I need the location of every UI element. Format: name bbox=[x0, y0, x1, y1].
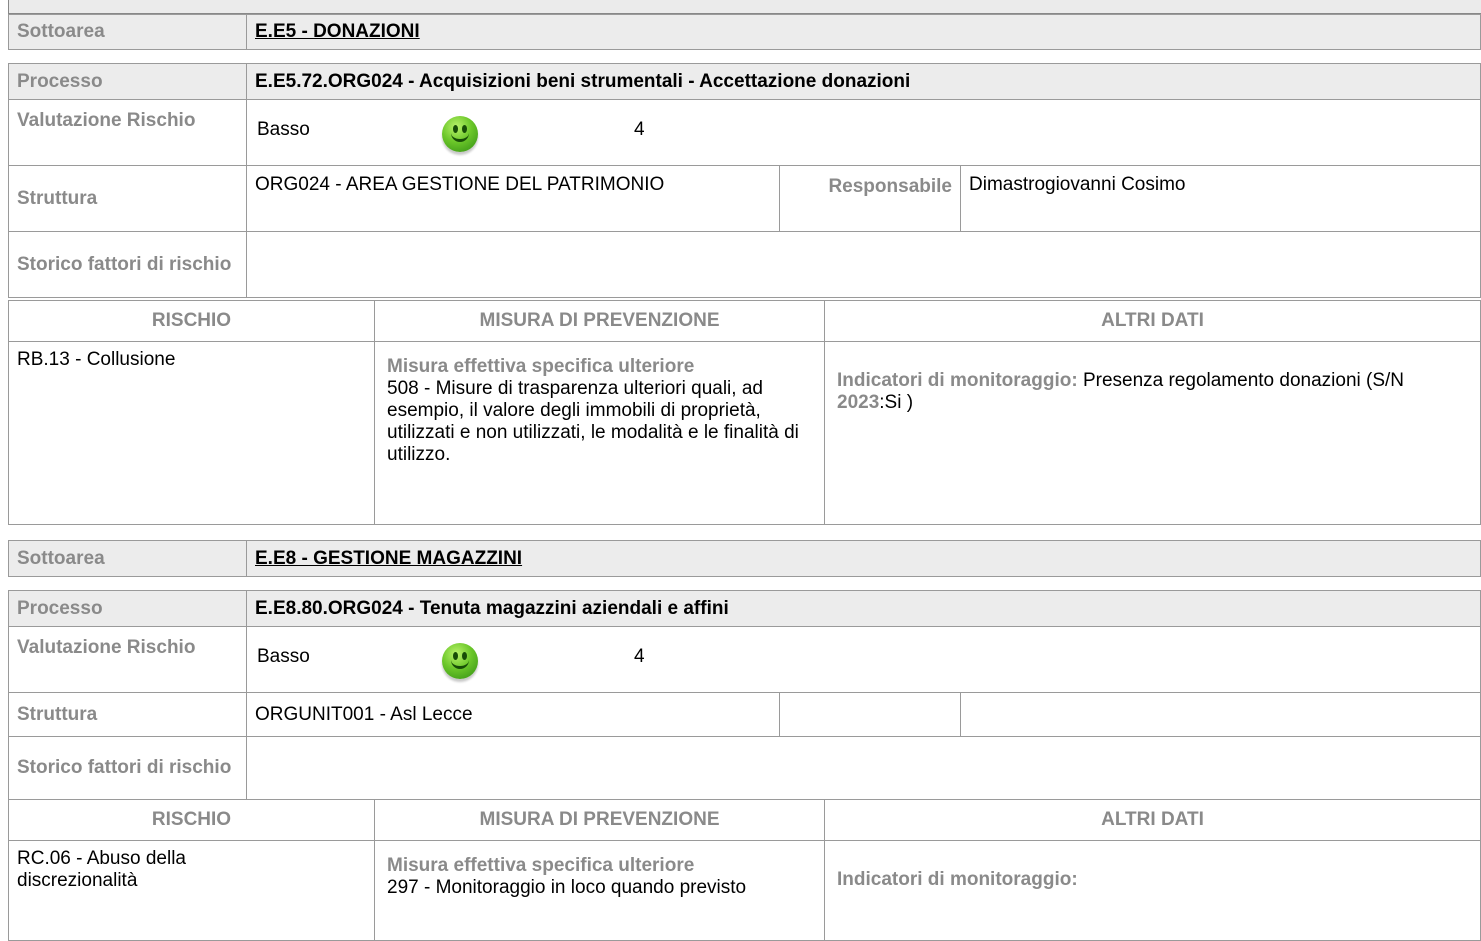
sottoarea-link[interactable]: E.E5 - DONAZIONI bbox=[246, 14, 1481, 50]
struttura-value: ORG024 - AREA GESTIONE DEL PATRIMONIO bbox=[246, 165, 780, 232]
misura-tipo-label: Misura effettiva specifica ulteriore bbox=[387, 356, 695, 377]
rischio-table: RISCHIO MISURA DI PREVENZIONE ALTRI DATI… bbox=[8, 799, 1481, 941]
sottoarea-label: Sottoarea bbox=[8, 14, 247, 50]
valutazione-label: Valutazione Rischio bbox=[8, 99, 247, 166]
green-smiley-icon bbox=[442, 116, 478, 152]
sottoarea-table: Sottoarea E.E5 - DONAZIONI bbox=[8, 14, 1481, 50]
rischio-value: RB.13 - Collusione bbox=[8, 341, 375, 525]
valutazione-label: Valutazione Rischio bbox=[8, 626, 247, 693]
processo-label: Processo bbox=[8, 63, 247, 100]
storico-value bbox=[246, 231, 1481, 298]
processo-title: E.E8.80.ORG024 - Tenuta magazzini aziend… bbox=[246, 590, 1481, 627]
storico-value bbox=[246, 736, 1481, 800]
misura-text: 508 - Misure di trasparenza ulteriori qu… bbox=[387, 378, 799, 465]
misura-tipo-label: Misura effettiva specifica ulteriore bbox=[387, 855, 695, 876]
misura-text: 297 - Monitoraggio in loco quando previs… bbox=[387, 877, 747, 898]
indicatori-label: Indicatori di monitoraggio: bbox=[837, 869, 1078, 890]
processo-table: Processo E.E8.80.ORG024 - Tenuta magazzi… bbox=[8, 590, 1481, 800]
misura-cell: Misura effettiva specifica ulteriore 297… bbox=[374, 840, 825, 941]
col-rischio-header: RISCHIO bbox=[8, 799, 375, 841]
indicatore-text: Presenza regolamento donazioni (S/N bbox=[1082, 370, 1405, 391]
struttura-label: Struttura bbox=[8, 692, 247, 737]
processo-title: E.E5.72.ORG024 - Acquisizioni beni strum… bbox=[246, 63, 1481, 100]
rischio-valore: 4 bbox=[634, 119, 645, 140]
col-rischio-header: RISCHIO bbox=[8, 300, 375, 342]
processo-label: Processo bbox=[8, 590, 247, 627]
responsabile-value: Dimastrogiovanni Cosimo bbox=[960, 165, 1481, 232]
rischio-table: RISCHIO MISURA DI PREVENZIONE ALTRI DATI… bbox=[8, 300, 1481, 525]
col-altri-header: ALTRI DATI bbox=[824, 799, 1481, 841]
rischio-value: RC.06 - Abuso della discrezionalità bbox=[8, 840, 375, 941]
storico-label: Storico fattori di rischio bbox=[8, 231, 247, 298]
col-misura-header: MISURA DI PREVENZIONE bbox=[374, 799, 825, 841]
responsabile-value bbox=[960, 692, 1481, 737]
sottoarea-label: Sottoarea bbox=[8, 540, 247, 577]
storico-label: Storico fattori di rischio bbox=[8, 736, 247, 800]
responsabile-label bbox=[779, 692, 961, 737]
indicatore-valore: :Si ) bbox=[879, 392, 914, 413]
processo-table: Processo E.E5.72.ORG024 - Acquisizioni b… bbox=[8, 63, 1481, 298]
rischio-livello: Basso bbox=[257, 646, 310, 667]
indicatore-anno: 2023 bbox=[837, 392, 880, 413]
struttura-value: ORGUNIT001 - Asl Lecce bbox=[246, 692, 780, 737]
green-smiley-icon bbox=[442, 643, 478, 679]
misura-cell: Misura effettiva specifica ulteriore 508… bbox=[374, 341, 825, 525]
valutazione-cell: Basso 4 bbox=[246, 99, 1481, 166]
sottoarea-link[interactable]: E.E8 - GESTIONE MAGAZZINI bbox=[246, 540, 1481, 577]
responsabile-label: Responsabile bbox=[779, 165, 961, 232]
struttura-label: Struttura bbox=[8, 165, 247, 232]
sottoarea-table: Sottoarea E.E8 - GESTIONE MAGAZZINI bbox=[8, 540, 1481, 577]
valutazione-cell: Basso 4 bbox=[246, 626, 1481, 693]
rischio-valore: 4 bbox=[634, 646, 645, 667]
altri-dati-cell: Indicatori di monitoraggio: Presenza reg… bbox=[824, 341, 1481, 525]
altri-dati-cell: Indicatori di monitoraggio: bbox=[824, 840, 1481, 941]
rischio-livello: Basso bbox=[257, 119, 310, 140]
col-altri-header: ALTRI DATI bbox=[824, 300, 1481, 342]
col-misura-header: MISURA DI PREVENZIONE bbox=[374, 300, 825, 342]
top-header-strip bbox=[8, 0, 1481, 14]
indicatori-label: Indicatori di monitoraggio: bbox=[837, 370, 1078, 391]
